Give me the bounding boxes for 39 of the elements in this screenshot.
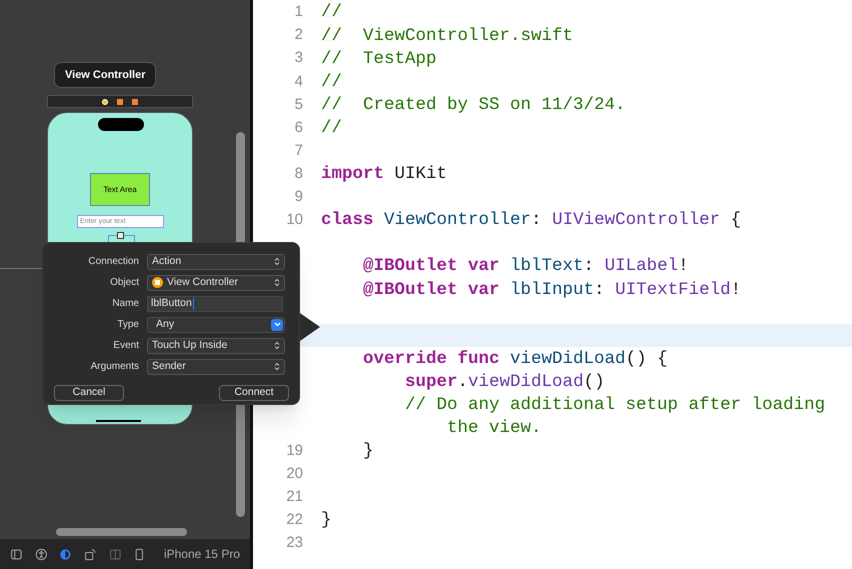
line-number: 3 bbox=[294, 48, 304, 68]
code-line: // TestApp bbox=[321, 48, 437, 71]
line-number: 23 bbox=[285, 533, 304, 554]
line-number: 6 bbox=[294, 118, 304, 138]
code-line: // ViewController.swift bbox=[321, 24, 574, 48]
code-line: @IBOutlet var lblInput: UITextField! bbox=[362, 278, 742, 302]
field-label: Name bbox=[111, 297, 140, 311]
line-number: 22 bbox=[285, 510, 304, 530]
code-line: the view. bbox=[446, 417, 542, 440]
line-number: 4 bbox=[294, 72, 304, 92]
field-label: Connection bbox=[87, 255, 140, 269]
line-number: 9 bbox=[294, 187, 304, 208]
code-line: // bbox=[321, 116, 342, 140]
code-line: @IBOutlet var lblText: UILabel! bbox=[362, 255, 689, 278]
code-line: // Do any additional setup after loading bbox=[404, 394, 826, 418]
tooltip: View Controller bbox=[54, 62, 156, 88]
field-label: Type bbox=[116, 318, 140, 332]
code-line: } bbox=[321, 509, 332, 532]
field-label: Event bbox=[112, 339, 140, 353]
line-number: 2 bbox=[294, 25, 304, 46]
line-number: 7 bbox=[294, 140, 304, 161]
line-number: 20 bbox=[285, 464, 304, 484]
code-line: super.viewDidLoad() bbox=[404, 370, 605, 394]
line-number: 1 bbox=[294, 2, 304, 22]
line-number: 21 bbox=[285, 487, 304, 508]
line-number: 19 bbox=[285, 441, 304, 462]
code-line: class ViewController: UIViewController { bbox=[321, 209, 742, 232]
code-line: // bbox=[321, 70, 342, 94]
code-line: } bbox=[362, 440, 374, 464]
code-line: override func viewDidLoad() { bbox=[362, 348, 668, 371]
code-line: // Created by SS on 11/3/24. bbox=[321, 94, 626, 117]
line-number: 5 bbox=[294, 94, 304, 115]
line-number: 10 bbox=[285, 210, 304, 230]
field-label: Object bbox=[109, 276, 140, 290]
code-line: // bbox=[321, 1, 342, 24]
line-number: 8 bbox=[294, 164, 304, 184]
field-label: Arguments bbox=[90, 360, 140, 374]
text-label: Text Area bbox=[90, 173, 150, 206]
code-line: import UIKit bbox=[321, 163, 448, 186]
